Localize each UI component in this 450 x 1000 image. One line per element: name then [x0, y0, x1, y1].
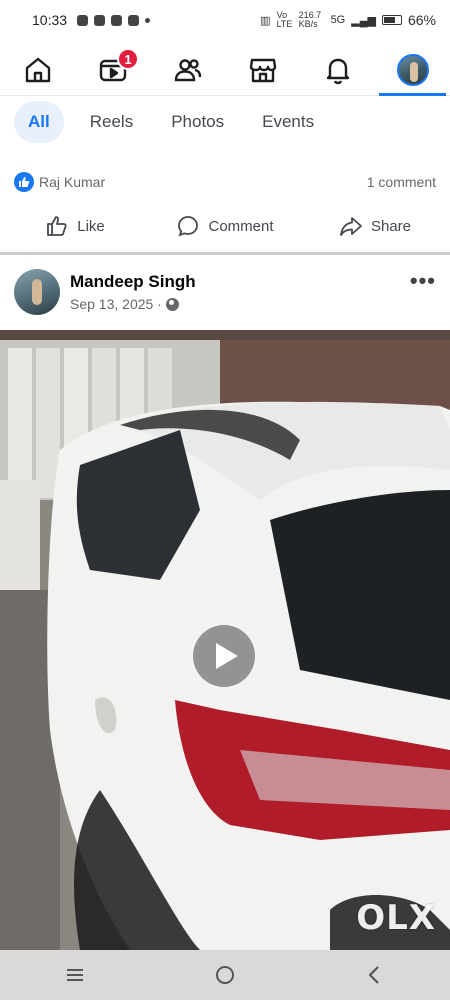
comment-icon	[178, 216, 199, 237]
tab-photos[interactable]: Photos	[159, 101, 236, 143]
messenger-notification-icon	[94, 14, 106, 26]
network-speed: 216.7 KB/s	[298, 10, 322, 29]
tab-all[interactable]: All	[14, 101, 64, 143]
like-reaction-icon	[14, 172, 34, 192]
post-action-bar: Like Comment Share	[0, 204, 450, 248]
author-avatar[interactable]	[14, 269, 60, 315]
share-icon	[340, 217, 362, 236]
post-video[interactable]: OLX	[0, 330, 450, 950]
system-home-button[interactable]	[195, 955, 255, 995]
like-label: Like	[77, 217, 105, 235]
nav-home[interactable]	[0, 44, 75, 95]
status-bar: 10:33 ▥ Vo LTE 216.7 KB/s 5G ▂▄▆ 66%	[0, 0, 450, 40]
comment-button[interactable]: Comment	[150, 214, 300, 238]
video-badge: 1	[117, 48, 139, 70]
post-subtitle: Sep 13, 2025 ·	[70, 296, 196, 312]
status-left: 10:33	[32, 12, 151, 28]
olx-watermark: OLX	[356, 898, 436, 938]
recents-button[interactable]	[45, 955, 105, 995]
signal-type: 5G	[330, 14, 346, 26]
vibrate-icon: ▥	[260, 14, 271, 27]
battery-percent: 66%	[407, 12, 436, 28]
comment-count[interactable]: 1 comment	[367, 174, 436, 190]
globe-icon	[165, 297, 179, 311]
top-nav: 1	[0, 44, 450, 96]
share-label: Share	[370, 217, 412, 235]
recents-icon	[67, 969, 83, 981]
system-nav-bar	[0, 950, 450, 1000]
marketplace-icon	[249, 58, 276, 82]
status-right: ▥ Vo LTE 216.7 KB/s 5G ▂▄▆ 66%	[260, 11, 436, 29]
feed-filter-tabs: All Reels Photos Events	[14, 100, 326, 144]
reaction-summary: Raj Kumar 1 comment	[14, 170, 436, 194]
network-type: Vo LTE	[276, 10, 293, 29]
battery-icon	[381, 15, 402, 25]
post-divider	[0, 252, 450, 255]
friends-icon	[174, 58, 201, 81]
post-meta: Mandeep Singh Sep 13, 2025 ·	[70, 272, 196, 312]
snapchat-notification-icon	[77, 14, 89, 26]
profile-avatar	[396, 53, 429, 86]
post-header: Mandeep Singh Sep 13, 2025 · •••	[14, 266, 436, 318]
bell-icon	[326, 58, 349, 84]
author-name[interactable]: Mandeep Singh	[70, 272, 196, 292]
post-date[interactable]: Sep 13, 2025 ·	[70, 296, 162, 312]
play-button[interactable]	[190, 622, 258, 690]
back-icon	[368, 966, 379, 984]
like-button[interactable]: Like	[0, 214, 150, 238]
home-circle-icon	[216, 966, 234, 984]
back-button[interactable]	[345, 955, 405, 995]
share-button[interactable]: Share	[300, 214, 450, 238]
tab-reels[interactable]: Reels	[78, 101, 145, 143]
nav-marketplace[interactable]	[225, 44, 300, 95]
tab-events[interactable]: Events	[250, 101, 326, 143]
home-icon	[25, 57, 50, 82]
more-notifications-dot-icon	[145, 17, 151, 23]
nav-friends[interactable]	[150, 44, 225, 95]
comment-label: Comment	[208, 217, 274, 235]
more-icon[interactable]: •••	[410, 268, 436, 294]
reactor-name[interactable]: Raj Kumar	[39, 174, 105, 190]
like-icon	[47, 216, 67, 236]
status-time: 10:33	[32, 12, 68, 28]
nav-profile[interactable]	[375, 44, 450, 96]
nav-video[interactable]: 1	[75, 44, 150, 95]
nav-notifications[interactable]	[300, 44, 375, 95]
data-notification-icon	[128, 14, 140, 26]
bag-notification-icon	[111, 14, 123, 26]
signal-bars-icon: ▂▄▆	[351, 14, 376, 27]
